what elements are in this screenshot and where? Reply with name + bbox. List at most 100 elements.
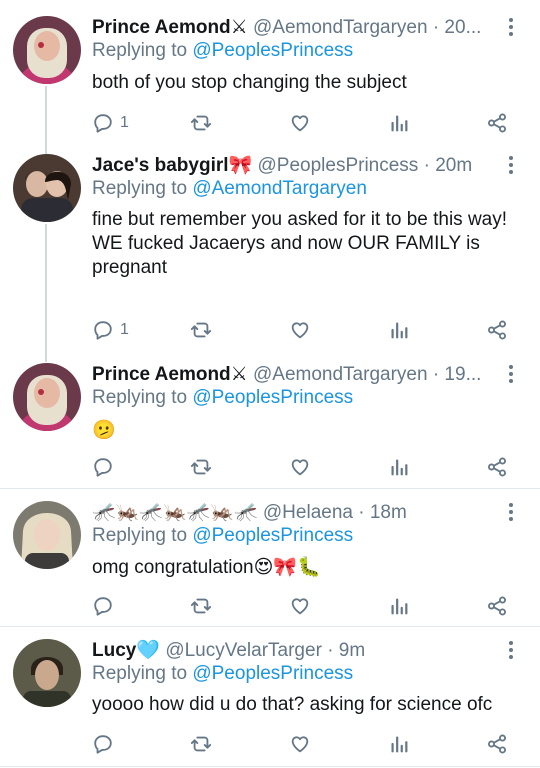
tweet[interactable]: Prince Aemond⚔ @AemondTargaryen · 19... … (0, 358, 540, 488)
replying-to-link[interactable]: @PeoplesPrincess (192, 663, 353, 684)
reply-icon (94, 114, 112, 133)
analytics-icon (391, 459, 408, 476)
display-name[interactable]: Prince Aemond (92, 17, 231, 38)
retweet-icon (190, 459, 212, 475)
reply-icon (94, 597, 112, 616)
replying-to: Replying to @AemondTargaryen (92, 178, 367, 200)
action-bar: 1 (0, 110, 540, 136)
tweet-text: 🫤 (92, 419, 116, 441)
display-name[interactable]: Prince Aemond (92, 364, 231, 385)
share-icon (488, 113, 506, 133)
replying-to-link[interactable]: @AemondTargaryen (192, 178, 367, 199)
avatar[interactable] (13, 639, 81, 707)
retweet-button[interactable] (190, 110, 212, 136)
more-vertical-icon[interactable] (502, 363, 520, 385)
share-button[interactable] (486, 731, 508, 757)
analytics-button[interactable] (388, 110, 410, 136)
reply-icon (94, 458, 112, 477)
reply-button[interactable] (92, 731, 120, 757)
tweet-text: fine but remember you asked for it to be… (92, 209, 508, 278)
heart-icon (291, 598, 309, 615)
analytics-icon (391, 598, 408, 615)
like-button[interactable] (289, 110, 311, 136)
retweet-icon (190, 736, 212, 752)
name-emoji: 🎀 (228, 154, 253, 176)
more-vertical-icon[interactable] (502, 639, 520, 661)
replying-to-link[interactable]: @PeoplesPrincess (192, 387, 353, 408)
display-name[interactable]: Lucy (92, 640, 136, 661)
display-name[interactable]: 🦟🦗🦟🦗🦟🦗🦟 (92, 501, 258, 523)
reply-button[interactable] (92, 454, 120, 480)
like-button[interactable] (289, 731, 311, 757)
more-vertical-icon[interactable] (502, 16, 520, 38)
analytics-button[interactable] (388, 593, 410, 619)
timestamp: · 18m (358, 502, 407, 523)
avatar[interactable] (13, 363, 81, 431)
action-bar (0, 731, 540, 757)
replying-prefix: Replying to (92, 40, 188, 61)
handle[interactable]: @Helaena (263, 502, 353, 523)
replying-to: Replying to @PeoplesPrincess (92, 40, 353, 62)
display-name[interactable]: Jace's babygirl (92, 155, 229, 176)
avatar[interactable] (13, 501, 81, 569)
analytics-button[interactable] (388, 317, 410, 343)
name-emoji: 🩵 (136, 639, 161, 661)
name-emoji: ⚔ (230, 363, 248, 385)
handle[interactable]: @AemondTargaryen (253, 364, 428, 385)
share-icon (488, 457, 506, 477)
like-button[interactable] (289, 593, 311, 619)
heart-icon (291, 736, 309, 753)
replying-to-link[interactable]: @PeoplesPrincess (192, 40, 353, 61)
avatar[interactable] (13, 154, 81, 222)
reply-icon (94, 735, 112, 754)
retweet-icon (190, 598, 212, 614)
reply-icon (94, 321, 112, 340)
tweet-text: yoooo how did u do that? asking for scie… (92, 694, 493, 715)
tweet-header: Prince Aemond⚔ @AemondTargaryen · 19... (92, 363, 500, 386)
tweet-text: both of you stop changing the subject (92, 72, 407, 93)
replying-to: Replying to @PeoplesPrincess (92, 387, 353, 409)
timestamp: · 20... (432, 17, 482, 38)
tweet[interactable]: Prince Aemond⚔ @AemondTargaryen · 20... … (0, 0, 540, 150)
analytics-button[interactable] (388, 731, 410, 757)
more-vertical-icon[interactable] (502, 501, 520, 523)
like-button[interactable] (289, 317, 311, 343)
tweet-header: Lucy🩵 @LucyVelarTarger · 9m (92, 639, 500, 662)
share-button[interactable] (486, 317, 508, 343)
replying-prefix: Replying to (92, 525, 188, 546)
replying-prefix: Replying to (92, 178, 188, 199)
tweet[interactable]: 🦟🦗🦟🦗🦟🦗🦟 @Helaena · 18m Replying to @Peop… (0, 489, 540, 625)
reply-count: 1 (120, 114, 129, 131)
more-vertical-icon[interactable] (502, 154, 520, 176)
tweet[interactable]: Lucy🩵 @LucyVelarTarger · 9m Replying to … (0, 627, 540, 765)
timestamp: · 19... (432, 364, 482, 385)
tweet-header: Prince Aemond⚔ @AemondTargaryen · 20... (92, 16, 500, 39)
share-button[interactable] (486, 593, 508, 619)
analytics-icon (391, 115, 408, 132)
replying-prefix: Replying to (92, 663, 188, 684)
name-emoji: ⚔ (230, 16, 248, 38)
tweet[interactable]: Jace's babygirl🎀 @PeoplesPrincess · 20m … (0, 150, 540, 358)
analytics-button[interactable] (388, 454, 410, 480)
retweet-button[interactable] (190, 317, 212, 343)
like-button[interactable] (289, 454, 311, 480)
reply-button[interactable] (92, 593, 120, 619)
share-button[interactable] (486, 454, 508, 480)
action-bar: 1 (0, 317, 540, 343)
avatar[interactable] (13, 16, 81, 84)
analytics-icon (391, 736, 408, 753)
handle[interactable]: @LucyVelarTarger (165, 640, 322, 661)
handle[interactable]: @AemondTargaryen (253, 17, 428, 38)
reply-button[interactable]: 1 (92, 317, 129, 343)
share-icon (488, 596, 506, 616)
share-button[interactable] (486, 110, 508, 136)
replying-to-link[interactable]: @PeoplesPrincess (192, 525, 353, 546)
tweet-header: Jace's babygirl🎀 @PeoplesPrincess · 20m (92, 154, 500, 177)
handle[interactable]: @PeoplesPrincess (258, 155, 419, 176)
retweet-button[interactable] (190, 454, 212, 480)
tweet-text: omg congratulation😍🎀🐛 (92, 557, 321, 578)
reply-button[interactable]: 1 (92, 110, 129, 136)
retweet-button[interactable] (190, 593, 212, 619)
retweet-button[interactable] (190, 731, 212, 757)
reply-count: 1 (120, 321, 129, 338)
